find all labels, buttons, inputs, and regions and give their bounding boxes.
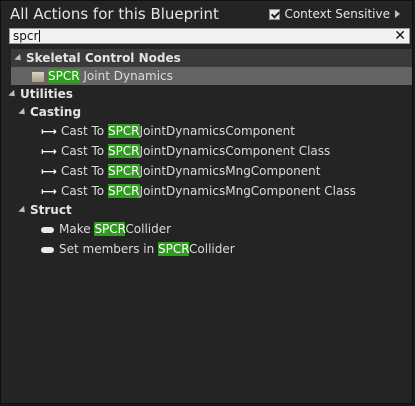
action-prefix: Cast To — [61, 144, 108, 158]
action-label: JointDynamicsComponent Class — [139, 144, 331, 158]
clear-search-icon[interactable]: ✕ — [394, 29, 406, 43]
category-label: Struct — [30, 203, 72, 217]
search-match-highlight: SPCR — [158, 242, 190, 256]
blueprint-action-menu: All Actions for this Blueprint Context S… — [0, 0, 413, 404]
cast-arrow-icon: ⟼ — [41, 144, 57, 158]
search-match-highlight: SPCR — [107, 144, 140, 158]
expand-triangle-icon[interactable] — [18, 107, 28, 118]
anim-node-icon — [31, 70, 45, 83]
action-item-spcr-joint-dynamics[interactable]: SPCR Joint Dynamics — [11, 67, 412, 85]
action-item-cast-to-mng-component[interactable]: ⟼ Cast To SPCRJointDynamicsMngComponent — [9, 161, 412, 181]
category-label: Casting — [30, 105, 82, 119]
action-prefix: Make — [59, 222, 95, 236]
action-label: Collider — [125, 222, 172, 236]
category-label: Skeletal Control Nodes — [26, 51, 181, 65]
action-item-cast-to-component-class[interactable]: ⟼ Cast To SPCRJointDynamicsComponent Clas… — [9, 141, 412, 161]
struct-icon — [41, 226, 54, 233]
action-prefix: Set members in — [59, 242, 159, 256]
search-match-highlight: SPCR — [107, 164, 140, 178]
category-skeletal-control-nodes[interactable]: Skeletal Control Nodes — [11, 49, 412, 67]
search-match-highlight: SPCR — [48, 69, 80, 83]
action-label: JointDynamicsMngComponent Class — [139, 184, 356, 198]
menu-title: All Actions for this Blueprint — [10, 5, 219, 23]
text-caret — [39, 30, 41, 42]
search-match-highlight: SPCR — [107, 124, 140, 138]
expand-triangle-icon[interactable] — [14, 53, 24, 64]
action-prefix: Cast To — [61, 164, 108, 178]
cast-arrow-icon: ⟼ — [41, 124, 57, 138]
context-sensitive-checkbox[interactable] — [269, 8, 281, 20]
action-item-set-members-in-collider[interactable]: Set members in SPCRCollider — [9, 239, 412, 259]
menu-header: All Actions for this Blueprint Context S… — [1, 1, 412, 27]
action-item-cast-to-mng-component-class[interactable]: ⟼ Cast To SPCRJointDynamicsMngComponent C… — [9, 181, 412, 201]
action-prefix: Cast To — [61, 124, 108, 138]
context-sensitive-toggle[interactable]: Context Sensitive — [269, 7, 400, 21]
category-label: Utilities — [20, 87, 73, 101]
struct-icon — [41, 246, 54, 253]
action-prefix: Cast To — [61, 184, 108, 198]
action-item-cast-to-component[interactable]: ⟼ Cast To SPCRJointDynamicsComponent — [9, 121, 412, 141]
action-label: JointDynamicsMngComponent — [139, 164, 321, 178]
action-tree: Skeletal Control Nodes SPCR Joint Dynami… — [8, 49, 412, 259]
search-match-highlight: SPCR — [94, 222, 126, 236]
context-sensitive-label: Context Sensitive — [284, 7, 390, 21]
expand-triangle-icon[interactable] — [18, 205, 28, 216]
search-value: spcr — [13, 29, 39, 43]
expand-triangle-icon[interactable] — [8, 89, 18, 100]
chevron-right-icon[interactable] — [395, 10, 400, 18]
action-item-make-collider[interactable]: Make SPCRCollider — [9, 219, 412, 239]
search-input[interactable]: spcr ✕ — [9, 28, 410, 44]
subcategory-casting[interactable]: Casting — [9, 103, 412, 121]
action-label: Joint Dynamics — [79, 69, 173, 83]
cast-arrow-icon: ⟼ — [41, 164, 57, 178]
search-match-highlight: SPCR — [107, 184, 140, 198]
action-label: Collider — [189, 242, 235, 256]
subcategory-struct[interactable]: Struct — [9, 201, 412, 219]
cast-arrow-icon: ⟼ — [41, 184, 57, 198]
category-utilities[interactable]: Utilities — [8, 85, 412, 103]
action-label: JointDynamicsComponent — [139, 124, 295, 138]
